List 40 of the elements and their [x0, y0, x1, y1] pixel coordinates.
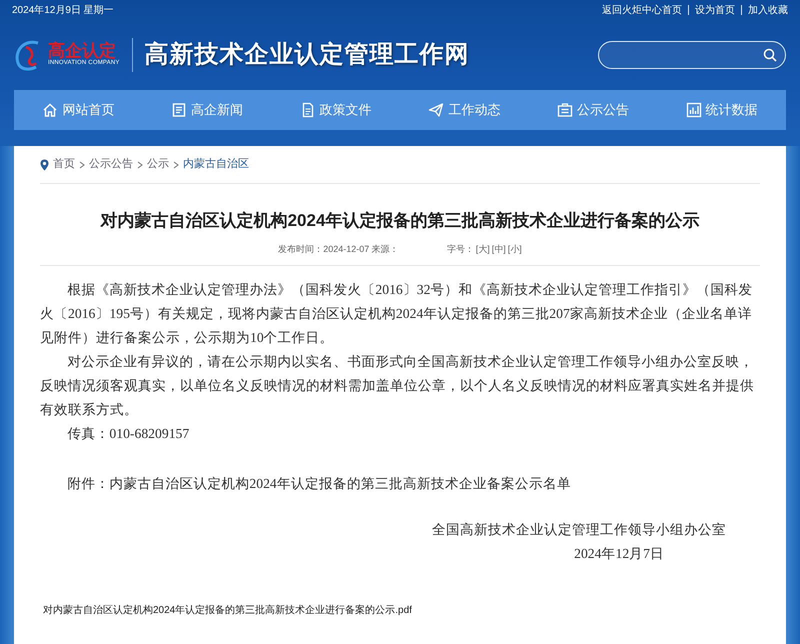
location-pin-icon — [40, 158, 49, 170]
breadcrumb-link[interactable]: 公示 — [147, 156, 169, 173]
site-title: 高新技术企业认定管理工作网 — [144, 40, 470, 70]
signature-date: 2024年12月7日 — [573, 545, 665, 563]
clipboard-icon — [556, 102, 573, 118]
nav-item[interactable]: 公示公告 — [556, 100, 629, 120]
font-size-link[interactable]: [大] — [476, 242, 490, 256]
document-list-icon — [170, 102, 187, 118]
bar-chart-icon — [686, 102, 702, 118]
signature-text: 全国高新技术企业认定管理工作领导小组办公室 — [431, 521, 726, 539]
logo-text: 高企认定 — [48, 42, 116, 59]
chevron-icon — [173, 160, 179, 168]
home-icon — [42, 102, 58, 118]
chevron-icon — [79, 160, 85, 168]
font-size-label: 字号： — [446, 242, 474, 256]
nav-item[interactable]: 网站首页 — [42, 100, 114, 120]
paper-plane-icon — [428, 102, 444, 118]
chevron-icon — [137, 160, 143, 168]
attachment-text: 附件：内蒙古自治区认定机构2024年认定报备的第三批高新技术企业备案公示名单 — [66, 475, 572, 493]
font-size-link[interactable]: [中] — [492, 242, 506, 256]
paragraph: 对公示企业有异议的，请在公示期内以实名、书面形式向全国高新技术企业认定管理工作领导小组办公室反映，反映情况须客观真实，以单位名义反映情况的材料需加盖单位公章，以个人名义反映情况的材料应署真实姓名并提供有效联系方式。 — [40, 353, 755, 419]
nav-item[interactable]: 工作动态 — [428, 100, 500, 120]
nav-item[interactable]: 高企新闻 — [170, 100, 243, 120]
file-link[interactable]: 对内蒙古自治区认定机构2024年认定报备的第三批高新技术企业进行备案的公示.pdf — [43, 605, 412, 616]
search-icon[interactable] — [763, 48, 777, 62]
top-link[interactable]: 设为首页 — [695, 2, 735, 18]
publish-info: 发布时间：2024-12-07 来源： — [278, 242, 399, 256]
paragraph: 传真：010-68209157 — [66, 425, 190, 443]
nav-item[interactable]: 政策文件 — [300, 100, 372, 120]
nav-item[interactable]: 统计数据 — [686, 100, 758, 120]
article-title: 对内蒙古自治区认定机构2024年认定报备的第三批高新技术企业进行备案的公示 — [99, 210, 700, 232]
date-text: 2024年12月9日 星期一 — [12, 4, 114, 18]
top-link[interactable]: 加入收藏 — [748, 2, 788, 18]
search-field[interactable] — [598, 41, 786, 69]
breadcrumb-link[interactable]: 首页 — [53, 156, 75, 173]
paragraph: 根据《高新技术企业认定管理办法》（国科发火〔2016〕32号）和《高新技术企业认定管理工作指引》（国科发火〔2016〕195号）有关规定，现将内蒙古自治区认定机构2024年认定报备的第三批207家高新技术企业（企业名单详见附件）进行备案公示，公示期为10个工作日。 — [40, 281, 754, 347]
font-size-link[interactable]: [小] — [508, 242, 522, 256]
breadcrumb-link[interactable]: 内蒙古自治区 — [183, 156, 249, 173]
breadcrumb-link[interactable]: 公示公告 — [89, 156, 133, 173]
top-link[interactable]: 返回火炬中心首页 — [602, 2, 682, 18]
